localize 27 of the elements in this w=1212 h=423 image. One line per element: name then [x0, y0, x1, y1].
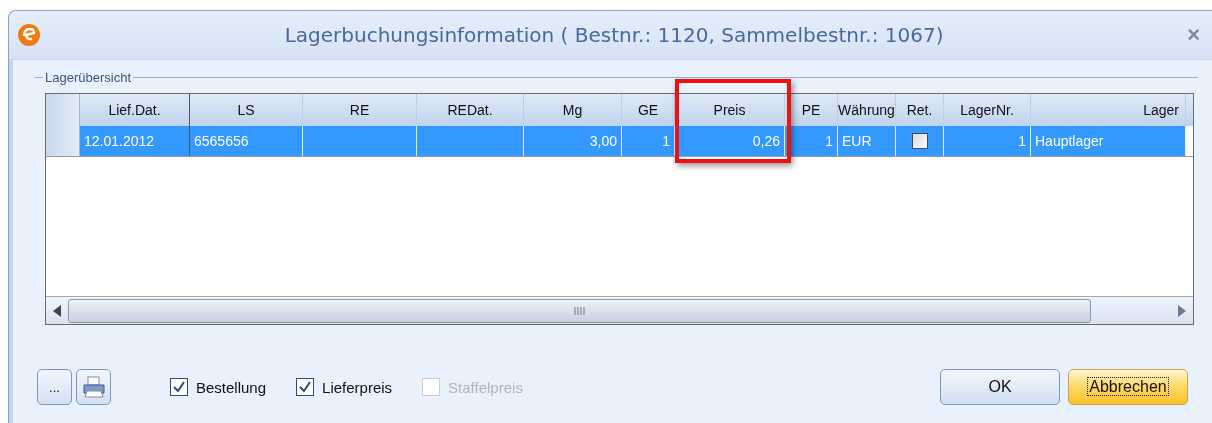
dialog-button[interactable]: OK: [940, 369, 1060, 405]
table-cell: 12.01.2012: [80, 126, 190, 156]
more-button[interactable]: ...: [37, 369, 72, 405]
checkbox-label: Lieferpreis: [322, 378, 393, 396]
window-title: Lagerbuchungsinformation ( Bestnr.: 1120, Sammelbestnr.: 1067): [283, 23, 945, 47]
checkbox[interactable]: [296, 378, 315, 396]
printer-icon: [81, 376, 106, 398]
left-arrow-icon[interactable]: [53, 304, 61, 317]
table-cell: 1: [944, 126, 1031, 156]
checkbox[interactable]: [170, 378, 188, 396]
group-label: Lagerübersicht: [45, 69, 131, 85]
horizontal-scrollbar[interactable]: [46, 296, 1193, 324]
grip-icon: [573, 306, 586, 315]
table-cell: 3,00: [524, 126, 622, 156]
table-cell: 1: [622, 126, 675, 156]
checkbox[interactable]: [911, 133, 928, 149]
table-cell: EUR: [838, 126, 896, 156]
dialog-button[interactable]: Abbrechen: [1068, 369, 1188, 405]
checkbox-label: Bestellung: [196, 378, 267, 396]
app-logo-icon: [17, 23, 41, 47]
table-cell: 6565656: [190, 126, 303, 156]
table-cell: Hauptlager: [1031, 126, 1186, 156]
right-arrow-icon[interactable]: [1178, 304, 1186, 317]
print-button[interactable]: [76, 369, 111, 405]
header-corner: [46, 94, 80, 126]
table-cell: 1: [785, 126, 838, 156]
checkbox-label: Staffelpreis: [448, 378, 523, 396]
